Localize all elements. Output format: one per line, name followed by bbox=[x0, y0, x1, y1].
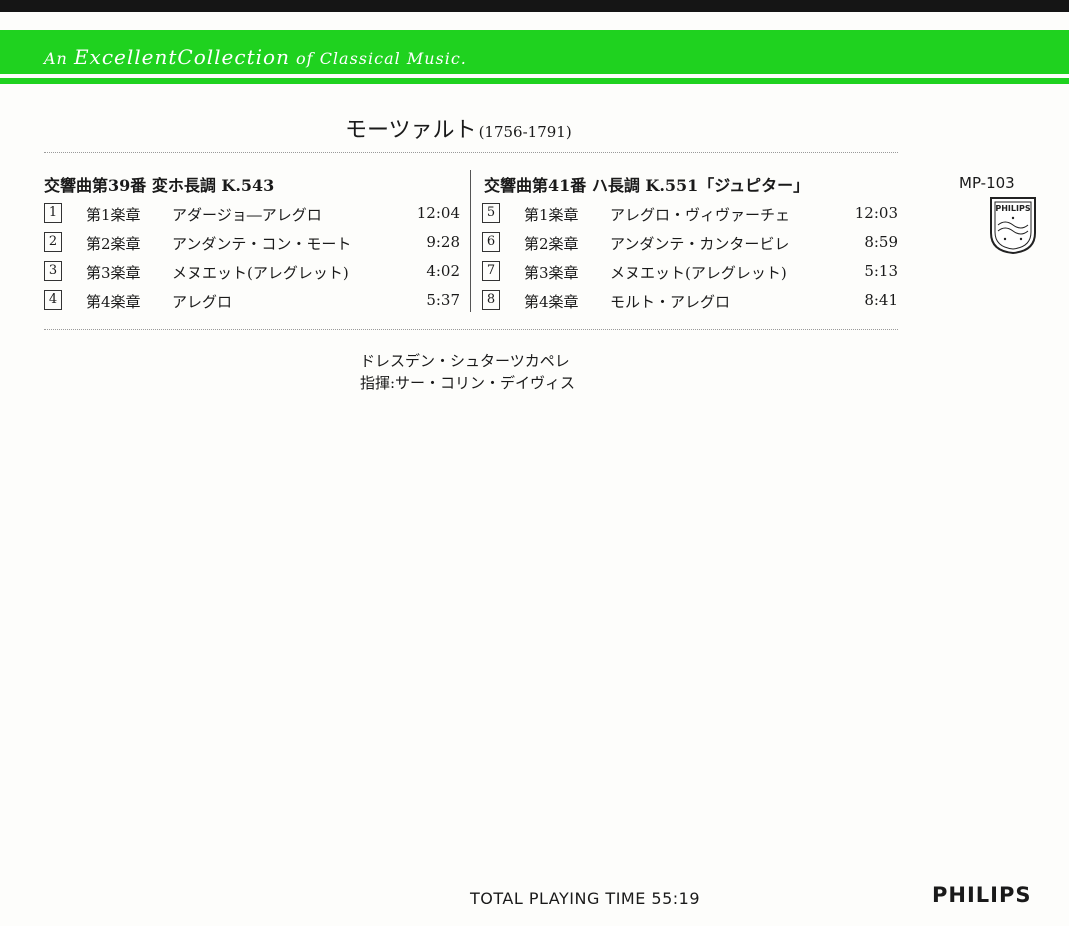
shield-logo-text: PHILIPS bbox=[995, 204, 1030, 213]
track-row: 4 第4楽章 アレグロ 5:37 bbox=[44, 290, 460, 312]
track-movement: 第1楽章 bbox=[524, 206, 579, 224]
track-tempo: メヌエット(アレグレット) bbox=[610, 264, 787, 282]
track-row: 7 第3楽章 メヌエット(アレグレット) 5:13 bbox=[482, 261, 898, 283]
track-movement: 第3楽章 bbox=[524, 264, 579, 282]
track-row: 5 第1楽章 アレグロ・ヴィヴァーチェ 12:03 bbox=[482, 203, 898, 225]
divider-bottom bbox=[44, 329, 898, 330]
performers: ドレスデン・シュターツカペレ 指揮:サー・コリン・デイヴィス bbox=[360, 350, 575, 394]
track-number: 3 bbox=[44, 261, 62, 281]
track-time: 12:04 bbox=[416, 204, 460, 222]
track-row: 8 第4楽章 モルト・アレグロ 8:41 bbox=[482, 290, 898, 312]
track-row: 2 第2楽章 アンダンテ・コン・モート 9:28 bbox=[44, 232, 460, 254]
track-tempo: アレグロ・ヴィヴァーチェ bbox=[610, 206, 791, 224]
track-tempo: アダージョ―アレグロ bbox=[172, 206, 322, 224]
series-title: An ExcellentCollection of Classical Musi… bbox=[44, 45, 467, 69]
track-movement: 第2楽章 bbox=[86, 235, 141, 253]
composer-heading: モーツァルト (1756-1791) bbox=[345, 112, 572, 144]
track-number: 1 bbox=[44, 203, 62, 223]
top-edge bbox=[0, 0, 1069, 12]
track-time: 9:28 bbox=[426, 233, 460, 251]
composer-years: (1756-1791) bbox=[478, 123, 572, 141]
orchestra: ドレスデン・シュターツカペレ bbox=[360, 352, 570, 370]
total-playing-time: TOTAL PLAYING TIME 55:19 bbox=[470, 889, 701, 908]
divider-top bbox=[44, 152, 898, 153]
track-movement: 第3楽章 bbox=[86, 264, 141, 282]
track-time: 8:59 bbox=[864, 233, 898, 251]
catalog-number: MP-103 bbox=[959, 174, 1015, 192]
track-row: 6 第2楽章 アンダンテ・カンタービレ 8:59 bbox=[482, 232, 898, 254]
track-movement: 第1楽章 bbox=[86, 206, 141, 224]
track-movement: 第4楽章 bbox=[86, 293, 141, 311]
series-collection: Collection bbox=[177, 45, 290, 69]
work-title-2: 交響曲第41番 ハ長調 K.551「ジュピター」 bbox=[484, 176, 810, 195]
track-number: 7 bbox=[482, 261, 500, 281]
header-stripe bbox=[0, 78, 1069, 84]
work-title-1: 交響曲第39番 変ホ長調 K.543 bbox=[44, 176, 275, 195]
track-movement: 第4楽章 bbox=[524, 293, 579, 311]
track-tempo: アレグロ bbox=[172, 293, 233, 311]
track-tempo: アンダンテ・コン・モート bbox=[172, 235, 352, 253]
track-tempo: モルト・アレグロ bbox=[610, 293, 731, 311]
series-excellent: Excellent bbox=[73, 45, 178, 69]
series-an: An bbox=[44, 49, 68, 68]
philips-shield-icon: PHILIPS bbox=[990, 197, 1036, 255]
series-rest: of Classical Music. bbox=[296, 49, 467, 68]
track-tempo: メヌエット(アレグレット) bbox=[172, 264, 349, 282]
track-number: 5 bbox=[482, 203, 500, 223]
track-number: 6 bbox=[482, 232, 500, 252]
track-movement: 第2楽章 bbox=[524, 235, 579, 253]
track-number: 2 bbox=[44, 232, 62, 252]
track-number: 8 bbox=[482, 290, 500, 310]
composer-name: モーツァルト bbox=[345, 118, 477, 143]
track-time: 12:03 bbox=[854, 204, 898, 222]
track-time: 4:02 bbox=[426, 262, 460, 280]
track-number: 4 bbox=[44, 290, 62, 310]
track-row: 1 第1楽章 アダージョ―アレグロ 12:04 bbox=[44, 203, 460, 225]
track-time: 5:13 bbox=[864, 262, 898, 280]
track-time: 5:37 bbox=[426, 291, 460, 309]
column-divider bbox=[470, 170, 471, 312]
track-row: 3 第3楽章 メヌエット(アレグレット) 4:02 bbox=[44, 261, 460, 283]
brand-logo: PHILIPS bbox=[932, 883, 1032, 907]
track-time: 8:41 bbox=[864, 291, 898, 309]
track-tempo: アンダンテ・カンタービレ bbox=[610, 235, 790, 253]
conductor: 指揮:サー・コリン・デイヴィス bbox=[360, 374, 576, 392]
